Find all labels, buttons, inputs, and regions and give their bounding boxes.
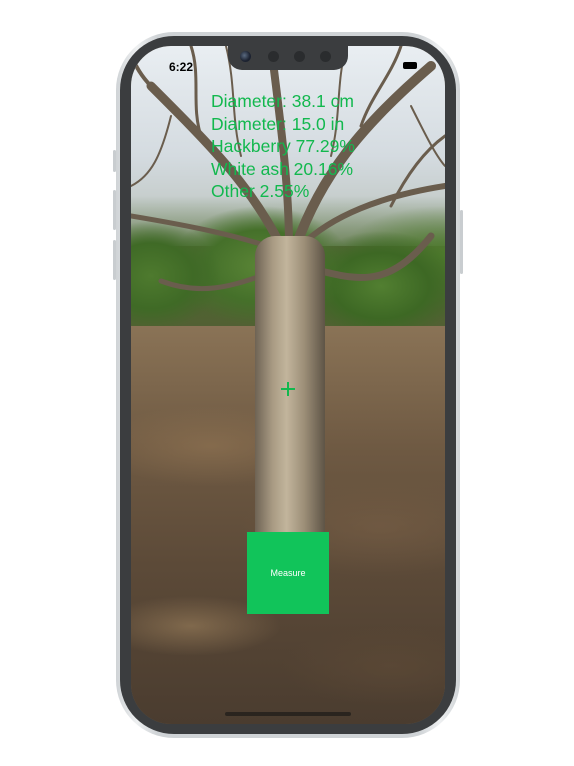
status-bar-time: 6:22: [169, 60, 194, 74]
power-button: [460, 210, 463, 274]
species-prediction-other: Other 2.55%: [211, 181, 310, 201]
display-notch: [228, 46, 348, 70]
home-indicator[interactable]: [225, 712, 351, 716]
crosshair-icon: [281, 382, 295, 396]
front-camera-icon: [240, 51, 251, 62]
sensor-dot: [320, 51, 331, 62]
device-mockup: 6:22 Diameter: 38.1 cm Diameter: 15.0 in…: [0, 0, 574, 766]
sensor-dot: [268, 51, 279, 62]
species-prediction-1: Hackberry 77.29%: [211, 136, 355, 156]
camera-screen: 6:22 Diameter: 38.1 cm Diameter: 15.0 in…: [131, 46, 445, 724]
diameter-cm-text: Diameter: 38.1 cm: [211, 91, 354, 111]
species-prediction-2: White ash 20.16%: [211, 158, 354, 179]
measure-button[interactable]: Measure: [247, 532, 329, 614]
measurement-readout: Diameter: 38.1 cm Diameter: 15.0 in Hack…: [211, 90, 355, 203]
sensor-dot: [294, 51, 305, 62]
battery-icon: [403, 62, 417, 69]
diameter-in-text: Diameter: 15.0 in: [211, 113, 345, 134]
